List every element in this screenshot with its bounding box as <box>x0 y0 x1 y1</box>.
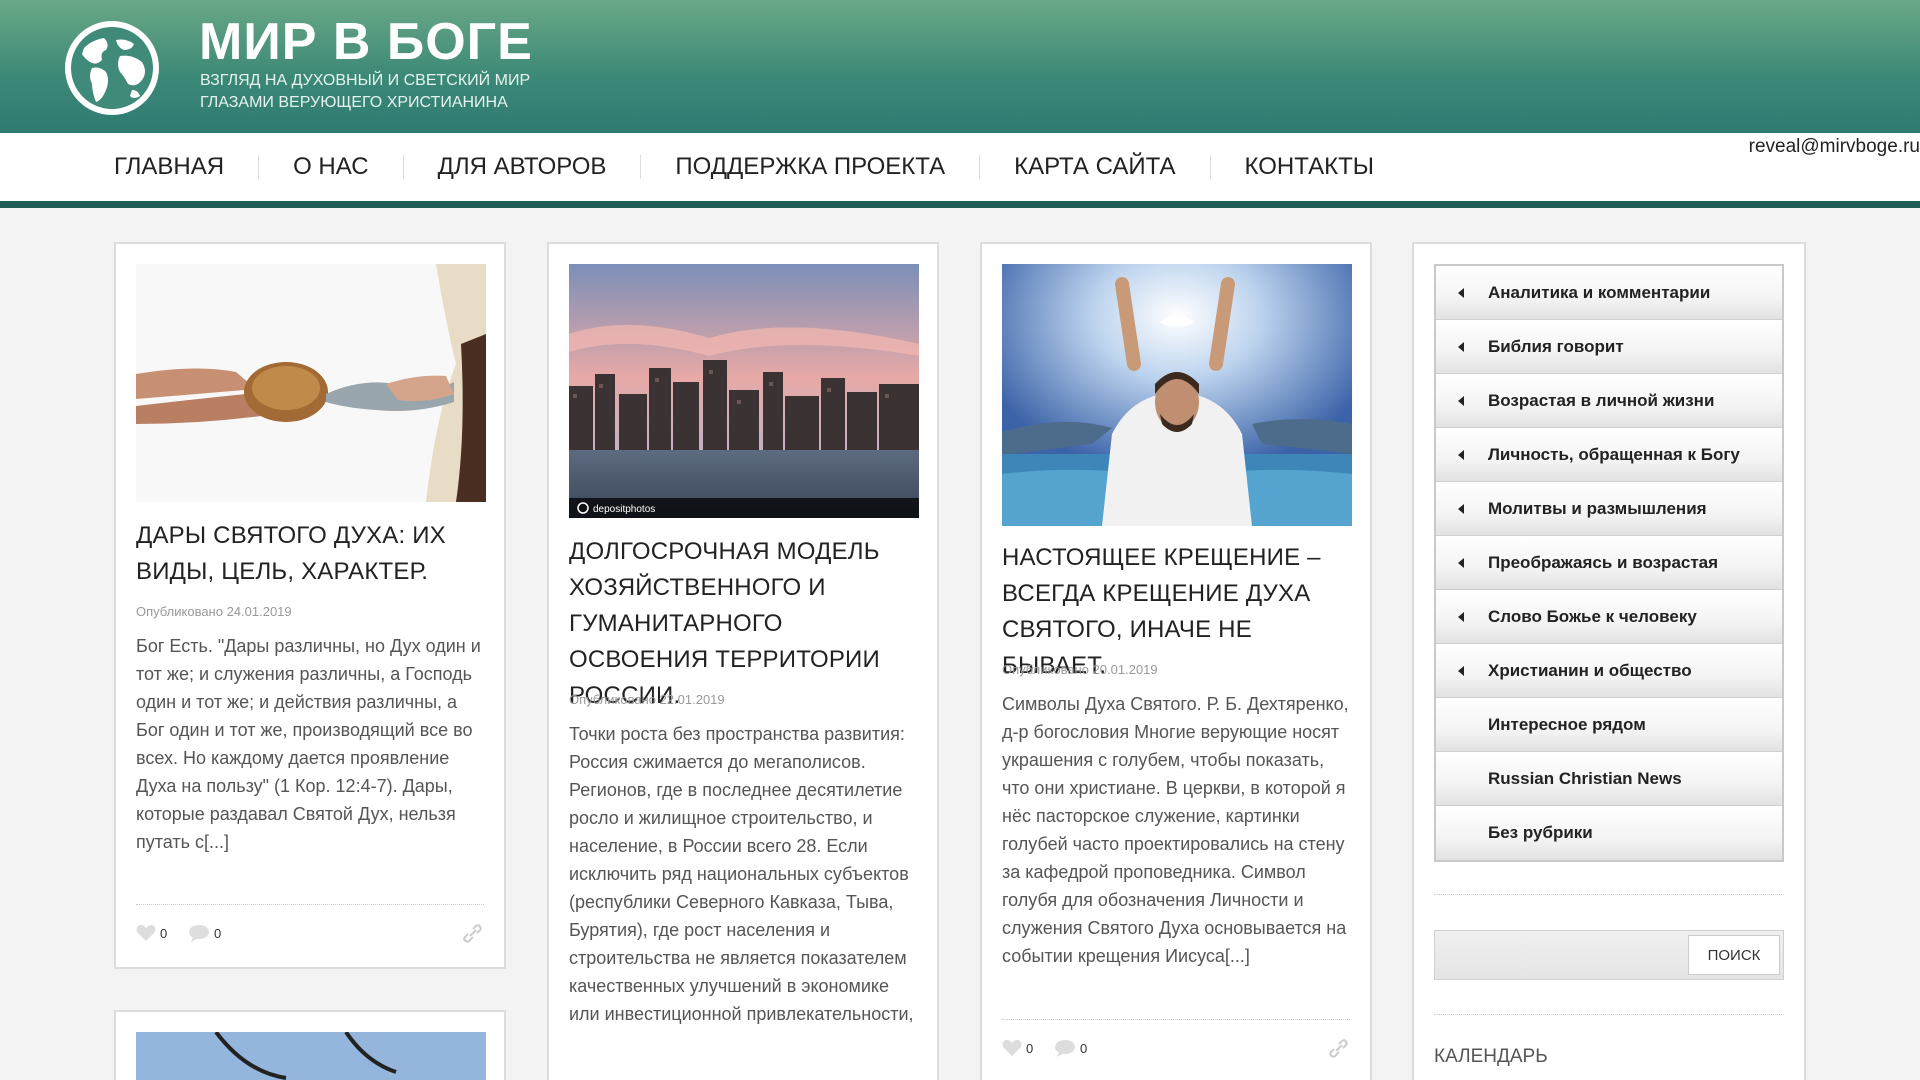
category-label: Без рубрики <box>1488 823 1593 842</box>
nav-item-about[interactable]: О НАС <box>293 155 404 179</box>
tagline-line-2: ГЛАЗАМИ ВЕРУЮЩЕГО ХРИСТИАНИНА <box>200 94 508 111</box>
link-icon[interactable] <box>462 922 484 944</box>
comment-count: 0 <box>1080 1040 1088 1056</box>
caret-left-icon <box>1458 342 1464 352</box>
caret-left-icon <box>1458 504 1464 514</box>
like-counter[interactable]: 0 <box>1002 1039 1033 1057</box>
caret-left-icon <box>1458 558 1464 568</box>
post-title[interactable]: ДАРЫ СВЯТОГО ДУХА: ИХ ВИДЫ, ЦЕЛЬ, ХАРАКТ… <box>136 518 484 590</box>
post-image-city-skyline[interactable]: depositphotos <box>569 264 919 518</box>
category-list: Аналитика и комментарии Библия говорит В… <box>1434 264 1784 862</box>
comment-count: 0 <box>214 925 222 941</box>
category-item[interactable]: Без рубрики <box>1436 806 1782 860</box>
search-button[interactable]: ПОИСК <box>1688 935 1780 975</box>
category-item[interactable]: Аналитика и комментарии <box>1436 266 1782 320</box>
sidebar-separator <box>1434 1014 1784 1015</box>
comment-counter[interactable]: 0 <box>188 924 221 942</box>
post-excerpt: Бог Есть. "Дары различны, но Дух один и … <box>136 636 481 852</box>
sidebar-separator <box>1434 894 1784 895</box>
post-card-4 <box>114 1010 506 1080</box>
sidebar: Аналитика и комментарии Библия говорит В… <box>1412 242 1806 1080</box>
nav-item-support[interactable]: ПОДДЕРЖКА ПРОЕКТА <box>675 155 981 179</box>
category-label: Слово Божье к человеку <box>1488 607 1697 626</box>
site-title[interactable]: МИР В БОГЕ <box>199 12 533 72</box>
category-item[interactable]: Библия говорит <box>1436 320 1782 374</box>
category-item[interactable]: Преображаясь и возрастая <box>1436 536 1782 590</box>
caret-left-icon <box>1458 450 1464 460</box>
post-card-3: НАСТОЯЩЕЕ КРЕЩЕНИЕ – ВСЕГДА КРЕЩЕНИЕ ДУХ… <box>980 242 1372 1080</box>
category-label: Возрастая в личной жизни <box>1488 391 1715 410</box>
post-date: Опубликовано 22.01.2019 <box>569 692 725 707</box>
category-item[interactable]: Интересное рядом <box>1436 698 1782 752</box>
post-title[interactable]: ДОЛГОСРОЧНАЯ МОДЕЛЬ ХОЗЯЙСТВЕННОГО И ГУМ… <box>569 534 917 714</box>
post-meta: 0 0 <box>1002 1039 1350 1059</box>
category-item[interactable]: Молитвы и размышления <box>1436 482 1782 536</box>
comment-counter[interactable]: 0 <box>1054 1039 1087 1057</box>
caret-left-icon <box>1458 396 1464 406</box>
post-image-baptism[interactable] <box>1002 264 1352 526</box>
caret-left-icon <box>1458 612 1464 622</box>
like-counter[interactable]: 0 <box>136 924 167 942</box>
nav-item-home[interactable]: ГЛАВНАЯ <box>114 155 260 179</box>
nav-item-authors[interactable]: ДЛЯ АВТОРОВ <box>438 155 642 179</box>
like-count: 0 <box>1026 1040 1034 1056</box>
category-label: Молитвы и размышления <box>1488 499 1707 518</box>
post-date: Опубликовано 24.01.2019 <box>136 604 292 619</box>
search-form: ПОИСК <box>1434 930 1784 980</box>
post-image-bread-and-fish[interactable] <box>136 264 486 502</box>
nav-divider-bar <box>0 201 1920 208</box>
image-watermark-caption: depositphotos <box>593 504 655 515</box>
category-label: Библия говорит <box>1488 337 1624 356</box>
post-card-2: depositphotos ДОЛГОСРОЧНАЯ МОДЕЛЬ ХОЗЯЙС… <box>547 242 939 1080</box>
caret-left-icon <box>1458 666 1464 676</box>
category-item[interactable]: Russian Christian News <box>1436 752 1782 806</box>
post-date: Опубликовано 20.01.2019 <box>1002 662 1158 677</box>
category-label: Аналитика и комментарии <box>1488 283 1711 302</box>
nav-item-sitemap[interactable]: КАРТА САЙТА <box>1014 155 1211 179</box>
main-nav: ГЛАВНАЯ О НАС ДЛЯ АВТОРОВ ПОДДЕРЖКА ПРОЕ… <box>0 133 1920 201</box>
heart-icon[interactable] <box>136 924 156 942</box>
post-image-doctor[interactable] <box>136 1032 486 1080</box>
site-tagline: ВЗГЛЯД НА ДУХОВНЫЙ И СВЕТСКИЙ МИР ГЛАЗАМ… <box>200 70 620 114</box>
category-label: Преображаясь и возрастая <box>1488 553 1719 572</box>
category-label: Интересное рядом <box>1488 715 1646 734</box>
post-separator <box>1002 1019 1350 1020</box>
site-header: МИР В БОГЕ ВЗГЛЯД НА ДУХОВНЫЙ И СВЕТСКИЙ… <box>0 0 1920 133</box>
post-card-1: ДАРЫ СВЯТОГО ДУХА: ИХ ВИДЫ, ЦЕЛЬ, ХАРАКТ… <box>114 242 506 969</box>
post-separator <box>136 904 484 905</box>
category-label: Russian Christian News <box>1488 769 1682 788</box>
nav-list: ГЛАВНАЯ О НАС ДЛЯ АВТОРОВ ПОДДЕРЖКА ПРОЕ… <box>114 155 1442 179</box>
nav-item-contacts[interactable]: КОНТАКТЫ <box>1245 155 1408 179</box>
contact-email[interactable]: reveal@mirvboge.ru <box>1749 136 1920 158</box>
link-icon[interactable] <box>1328 1037 1350 1059</box>
caret-left-icon <box>1458 288 1464 298</box>
category-item[interactable]: Слово Божье к человеку <box>1436 590 1782 644</box>
post-meta: 0 0 <box>136 924 484 944</box>
like-count: 0 <box>160 925 168 941</box>
calendar-widget-title: КАЛЕНДАРЬ <box>1434 1046 1548 1067</box>
comment-icon[interactable] <box>1054 1039 1076 1057</box>
globe-icon[interactable] <box>62 18 162 118</box>
post-excerpt: Точки роста без пространства развития: Р… <box>569 724 914 1024</box>
category-label: Личность, обращенная к Богу <box>1488 445 1740 464</box>
comment-icon[interactable] <box>188 924 210 942</box>
category-label: Христианин и общество <box>1488 661 1692 680</box>
post-excerpt: Символы Духа Святого. Р. Б. Дехтяренко, … <box>1002 694 1349 966</box>
search-input[interactable] <box>1439 935 1689 975</box>
tagline-line-1: ВЗГЛЯД НА ДУХОВНЫЙ И СВЕТСКИЙ МИР <box>200 72 531 89</box>
category-item[interactable]: Личность, обращенная к Богу <box>1436 428 1782 482</box>
category-item[interactable]: Христианин и общество <box>1436 644 1782 698</box>
heart-icon[interactable] <box>1002 1039 1022 1057</box>
category-item[interactable]: Возрастая в личной жизни <box>1436 374 1782 428</box>
